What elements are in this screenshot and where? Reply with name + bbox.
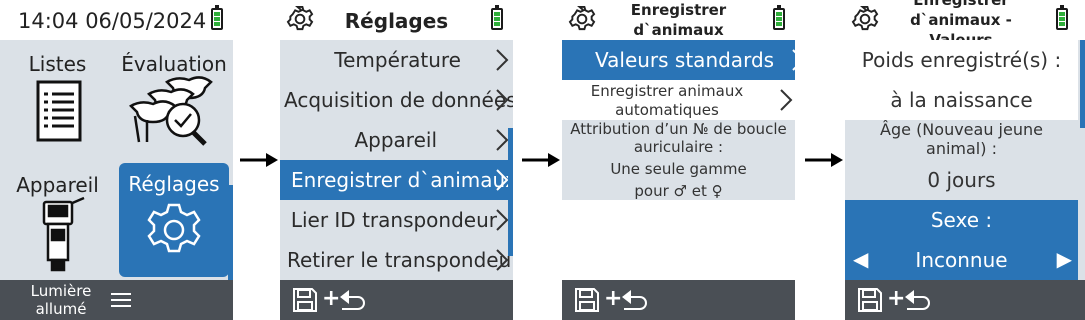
chevron-right-icon [496, 49, 509, 71]
screen-title: Enregistrer d`animaux [592, 0, 765, 40]
ear-tag-setting[interactable]: Attribution d’un № de boucle auriculaire… [562, 120, 795, 200]
chevron-right-icon [792, 49, 795, 71]
screen-header: Réglages [280, 0, 513, 40]
chevron-right-icon [496, 249, 509, 271]
title-line: d`animaux [633, 21, 724, 39]
scrollbar[interactable] [228, 185, 233, 280]
tile-listes[interactable]: Listes [0, 40, 115, 160]
back-arrow-icon[interactable] [338, 287, 368, 313]
flow-arrow-icon [522, 153, 560, 167]
tile-label: Appareil [16, 173, 99, 197]
standard-values-screen: Enregistrer d`animaux - Valeurs standard… [845, 0, 1085, 320]
save-icon[interactable] [292, 287, 318, 313]
empty-area [562, 200, 795, 280]
menu-item-label: Enregistrer d`animaux [291, 168, 513, 192]
menu-item-label: Valeurs standards [595, 48, 775, 72]
setting-value: pour ♂ et ♀ [634, 182, 723, 200]
menu-item-valeurs-standards[interactable]: Valeurs standards [562, 40, 795, 80]
menu-item-label: Lier ID transpondeur [290, 208, 497, 232]
menu-item-temperature[interactable]: Température [280, 40, 513, 80]
menu-item-acquisition[interactable]: Acquisition de données [280, 80, 513, 120]
light-status[interactable]: Lumière allumé [20, 282, 102, 318]
weight-setting[interactable]: Poids enregistré(s) : à la naissance [845, 40, 1078, 120]
animal-registration-screen: Enregistrer d`animaux Valeurs standards … [562, 0, 795, 320]
footer-bar: + [280, 280, 513, 320]
age-setting[interactable]: Âge (Nouveau jeune animal) : 0 jours [845, 120, 1078, 200]
save-icon[interactable] [574, 287, 600, 313]
menu-item-enregistrer-animaux[interactable]: Enregistrer d`animaux [280, 160, 513, 200]
setting-value: Une seule gamme [610, 160, 747, 178]
flow-arrow-icon [240, 153, 278, 167]
menu-item-auto-registration[interactable]: Enregistrer animaux automatiques [562, 80, 795, 120]
arrow-right-icon[interactable]: ▶ [1057, 247, 1072, 271]
footer-bar: + [562, 280, 795, 320]
status-bar: 14:04 06/05/2024 [0, 0, 233, 40]
battery-icon [773, 5, 785, 30]
setting-value: à la naissance [890, 88, 1033, 112]
setting-label: animal) : [926, 139, 997, 158]
chevron-right-icon [496, 169, 509, 191]
tile-label: Réglages [128, 172, 220, 196]
screen-header: Enregistrer d`animaux [562, 0, 795, 40]
hamburger-icon[interactable] [111, 292, 131, 308]
tile-reglages[interactable]: Réglages [119, 163, 229, 277]
back-arrow-icon[interactable] [620, 287, 650, 313]
chevron-right-icon [496, 209, 509, 231]
tile-label: Listes [28, 52, 87, 76]
home-screen: 14:04 06/05/2024 Listes Évaluation Appar… [0, 0, 233, 320]
menu-item-label: Retirer le transpondeur [287, 248, 513, 272]
scrollbar[interactable] [1080, 40, 1085, 128]
menu-item-retirer-transpondeur[interactable]: Retirer le transpondeur [280, 240, 513, 280]
menu-item-label: Température [334, 48, 461, 72]
back-arrow-icon[interactable] [903, 287, 933, 313]
light-label: Lumière [30, 282, 92, 300]
chevron-right-icon [496, 89, 509, 111]
scrollbar[interactable] [508, 128, 513, 256]
handheld-reader-icon [42, 196, 85, 272]
gear-icon [147, 203, 201, 253]
screen-header: Enregistrer d`animaux - Valeurs standard… [845, 0, 1085, 69]
setting-label: Sexe : [930, 208, 993, 232]
setting-label: Âge (Nouveau jeune [880, 120, 1043, 139]
chevron-right-icon [496, 129, 509, 151]
tile-label: Évaluation [121, 52, 227, 76]
setting-label: Poids enregistré(s) : [861, 48, 1062, 72]
title-line: Enregistrer [913, 0, 1009, 9]
menu-item-label: Acquisition de données [284, 88, 513, 112]
menu-item-appareil[interactable]: Appareil [280, 120, 513, 160]
screen-title: Réglages [344, 9, 449, 33]
battery-icon [211, 5, 223, 30]
battery-icon [491, 5, 503, 30]
animals-check-icon [128, 76, 213, 146]
gear-icon [851, 5, 879, 31]
footer-bar: + [845, 280, 1085, 320]
setting-value: 0 jours [927, 168, 996, 192]
battery-icon [1056, 5, 1068, 30]
setting-label: auriculaire : [633, 138, 724, 156]
title-line: Enregistrer [630, 1, 727, 19]
menu-item-lier-transpondeur[interactable]: Lier ID transpondeur [280, 200, 513, 240]
menu-item-label: Appareil [354, 128, 437, 152]
setting-label: Attribution d’un № de boucle [570, 120, 787, 138]
document-icon [36, 80, 82, 142]
tile-evaluation[interactable]: Évaluation [115, 40, 233, 160]
chevron-right-icon [780, 89, 793, 111]
footer-bar: Lumière allumé [0, 280, 233, 320]
menu-item-label: Enregistrer animaux [590, 82, 744, 100]
settings-screen: Réglages Température Acquisition de donn… [280, 0, 513, 320]
menu-item-label: automatiques [615, 101, 719, 119]
tile-appareil[interactable]: Appareil [0, 160, 115, 280]
sex-setting[interactable]: Sexe : ◀ Inconnue ▶ [845, 200, 1078, 280]
light-value: allumé [35, 300, 87, 318]
setting-value: Inconnue [915, 248, 1008, 272]
save-icon[interactable] [857, 287, 883, 313]
clock-date: 14:04 06/05/2024 [18, 9, 207, 33]
flow-arrow-icon [805, 153, 843, 167]
